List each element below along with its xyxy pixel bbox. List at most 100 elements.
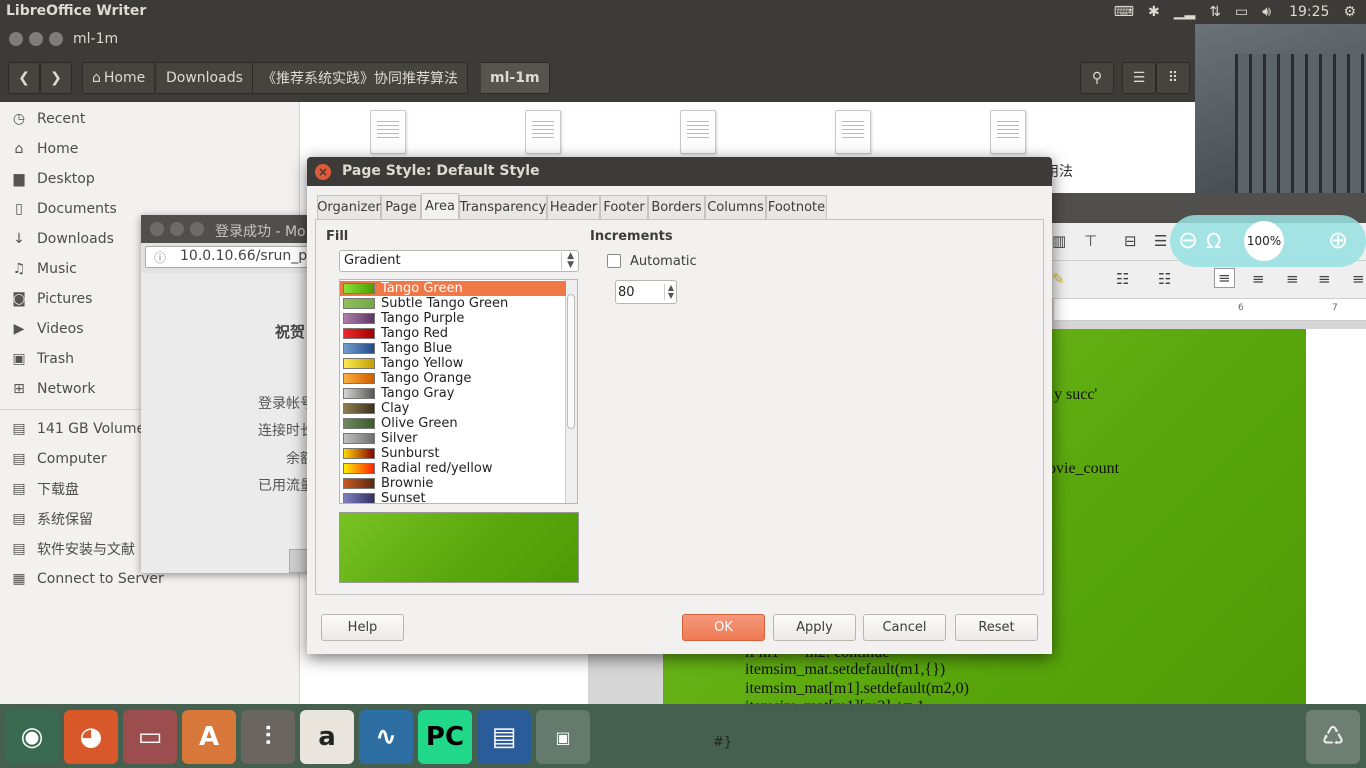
tab-columns[interactable]: Columns [705, 195, 766, 219]
bluetooth-icon[interactable]: ✱ [1148, 4, 1160, 20]
apply-button[interactable]: Apply [773, 614, 856, 641]
fill-type-select[interactable]: Gradient ▲ ▼ [339, 250, 579, 272]
align-right-icon[interactable]: ≡ [1286, 270, 1299, 288]
sidebar-item-volume[interactable]: ▤ 141 GB Volume [10, 414, 145, 444]
scrollbar-thumb[interactable] [567, 294, 575, 429]
sidebar-item-pictures[interactable]: ◙ Pictures [10, 284, 92, 314]
gear-icon[interactable]: ⚙ [1343, 4, 1356, 20]
gradient-item[interactable]: Tango Green [340, 281, 566, 296]
tab-transparency[interactable]: Transparency [459, 195, 547, 219]
tab-footnote[interactable]: Footnote [766, 195, 827, 219]
network-icon[interactable]: ⇅ [1209, 4, 1221, 20]
scrollbar[interactable] [565, 280, 577, 503]
field-icon[interactable]: ☰ [1154, 232, 1167, 250]
tab-footer[interactable]: Footer [600, 195, 648, 219]
gradient-item[interactable]: Radial red/yellow [340, 461, 566, 476]
sidebar-item-videos[interactable]: ▶ Videos [10, 314, 84, 344]
gradient-item[interactable]: Tango Yellow [340, 356, 566, 371]
close-icon[interactable] [150, 222, 164, 236]
gradient-item[interactable]: Tango Red [340, 326, 566, 341]
file-icon[interactable] [370, 110, 406, 154]
file-icon[interactable] [835, 110, 871, 154]
file-icon[interactable] [990, 110, 1026, 154]
zoom-in-icon[interactable]: ⊕ [1328, 226, 1348, 254]
trash-icon[interactable]: ♺ [1306, 710, 1360, 764]
gradient-item[interactable]: Sunset [340, 491, 566, 503]
breadcrumb-downloads[interactable]: Downloads [157, 62, 253, 94]
sidebar-item-documents[interactable]: ▯ Documents [10, 194, 117, 224]
maximize-icon[interactable] [190, 222, 204, 236]
sidebar-item-recent[interactable]: ◷ Recent [10, 104, 86, 134]
sidebar-item-download-disk[interactable]: ▤ 下载盘 [10, 474, 79, 504]
file-icon[interactable] [680, 110, 716, 154]
breadcrumb-home[interactable]: ⌂ Home [82, 62, 156, 94]
sidebar-item-home[interactable]: ⌂ Home [10, 134, 79, 164]
minimize-icon[interactable] [170, 222, 184, 236]
gradient-item[interactable]: Subtle Tango Green [340, 296, 566, 311]
gradient-item[interactable]: Clay [340, 401, 566, 416]
gradient-item[interactable]: Tango Purple [340, 311, 566, 326]
volume-icon[interactable]: 🔊︎ [1262, 4, 1271, 20]
sidebar-item-downloads[interactable]: ↓ Downloads [10, 224, 114, 254]
close-icon[interactable] [9, 32, 23, 46]
pycharm-icon[interactable]: PC [418, 710, 472, 764]
omega-icon[interactable]: Ω [1206, 229, 1221, 253]
textbox-icon[interactable]: ⊤ [1084, 232, 1097, 250]
sidebar-item-computer[interactable]: ▤ Computer [10, 444, 106, 474]
search-button[interactable]: ⚲ [1080, 62, 1114, 94]
gradient-item[interactable]: Silver [340, 431, 566, 446]
gradient-item[interactable]: Tango Blue [340, 341, 566, 356]
info-icon[interactable]: ⓘ [154, 249, 166, 266]
zoom-out-icon[interactable]: ⊖ [1178, 226, 1198, 254]
gradient-list[interactable]: Tango Green Subtle Tango Green Tango Purpl… [339, 279, 578, 504]
gradient-item[interactable]: Olive Green [340, 416, 566, 431]
maximize-icon[interactable] [49, 32, 63, 46]
numbering-icon[interactable]: ☷ [1158, 270, 1171, 288]
spinner-arrows-icon[interactable]: ▲ ▼ [663, 284, 674, 300]
tab-page[interactable]: Page [381, 195, 421, 219]
gradient-item[interactable]: Tango Orange [340, 371, 566, 386]
tab-organizer[interactable]: Organizer [317, 195, 381, 219]
gradient-item[interactable]: Brownie [340, 476, 566, 491]
cancel-button[interactable]: Cancel [863, 614, 946, 641]
sidebar-item-system-reserved[interactable]: ▤ 系统保留 [10, 504, 93, 534]
keyboard-icon[interactable]: ⌨ [1114, 4, 1134, 20]
writer-icon[interactable]: ▤ [477, 710, 531, 764]
ruler[interactable]: 6 7 [1054, 299, 1366, 321]
input-method-icon[interactable]: ▁▂ [1174, 4, 1196, 20]
automatic-checkbox[interactable] [607, 254, 621, 268]
bullets-icon[interactable]: ☷ [1116, 270, 1129, 288]
minimize-icon[interactable] [29, 32, 43, 46]
forward-button[interactable]: ❯ [40, 62, 72, 94]
system-settings-icon[interactable]: ⫶ [241, 710, 295, 764]
file-icon[interactable] [525, 110, 561, 154]
sidebar-item-network[interactable]: ⊞ Network [10, 374, 95, 404]
url-bar[interactable]: ⓘ 10.0.10.66/srun_po [145, 246, 311, 268]
line-spacing-icon[interactable]: ≡ [1352, 270, 1365, 288]
gradient-item[interactable]: Sunburst [340, 446, 566, 461]
sidebar-item-music[interactable]: ♫ Music [10, 254, 77, 284]
ubuntu-dash-icon[interactable]: ◉ [5, 710, 59, 764]
breadcrumb-folder[interactable]: 《推荐系统实践》协同推荐算法 [253, 62, 468, 94]
files-icon[interactable]: ▭ [123, 710, 177, 764]
grid-view-button[interactable]: ⠿ [1156, 62, 1190, 94]
ok-button[interactable]: OK [682, 614, 765, 641]
tab-area[interactable]: Area [421, 193, 459, 219]
breadcrumb-current[interactable]: ml-1m [481, 62, 550, 94]
highlight-icon[interactable]: ✎ [1052, 270, 1065, 288]
zoom-level[interactable]: 100% [1244, 221, 1284, 261]
system-monitor-icon[interactable]: ∿ [359, 710, 413, 764]
firefox-icon[interactable]: ◕ [64, 710, 118, 764]
amazon-icon[interactable]: a [300, 710, 354, 764]
align-center-icon[interactable]: ≡ [1252, 270, 1265, 288]
sidebar-item-trash[interactable]: ▣ Trash [10, 344, 74, 374]
tab-borders[interactable]: Borders [648, 195, 705, 219]
software-center-icon[interactable]: A [182, 710, 236, 764]
chart-icon[interactable]: ▥ [1052, 232, 1066, 250]
page-break-icon[interactable]: ⊟ [1124, 232, 1137, 250]
list-view-button[interactable]: ☰ [1122, 62, 1156, 94]
justify-icon[interactable]: ≡ [1318, 270, 1331, 288]
gradient-item[interactable]: Tango Gray [340, 386, 566, 401]
reset-button[interactable]: Reset [955, 614, 1038, 641]
help-button[interactable]: Help [321, 614, 404, 641]
